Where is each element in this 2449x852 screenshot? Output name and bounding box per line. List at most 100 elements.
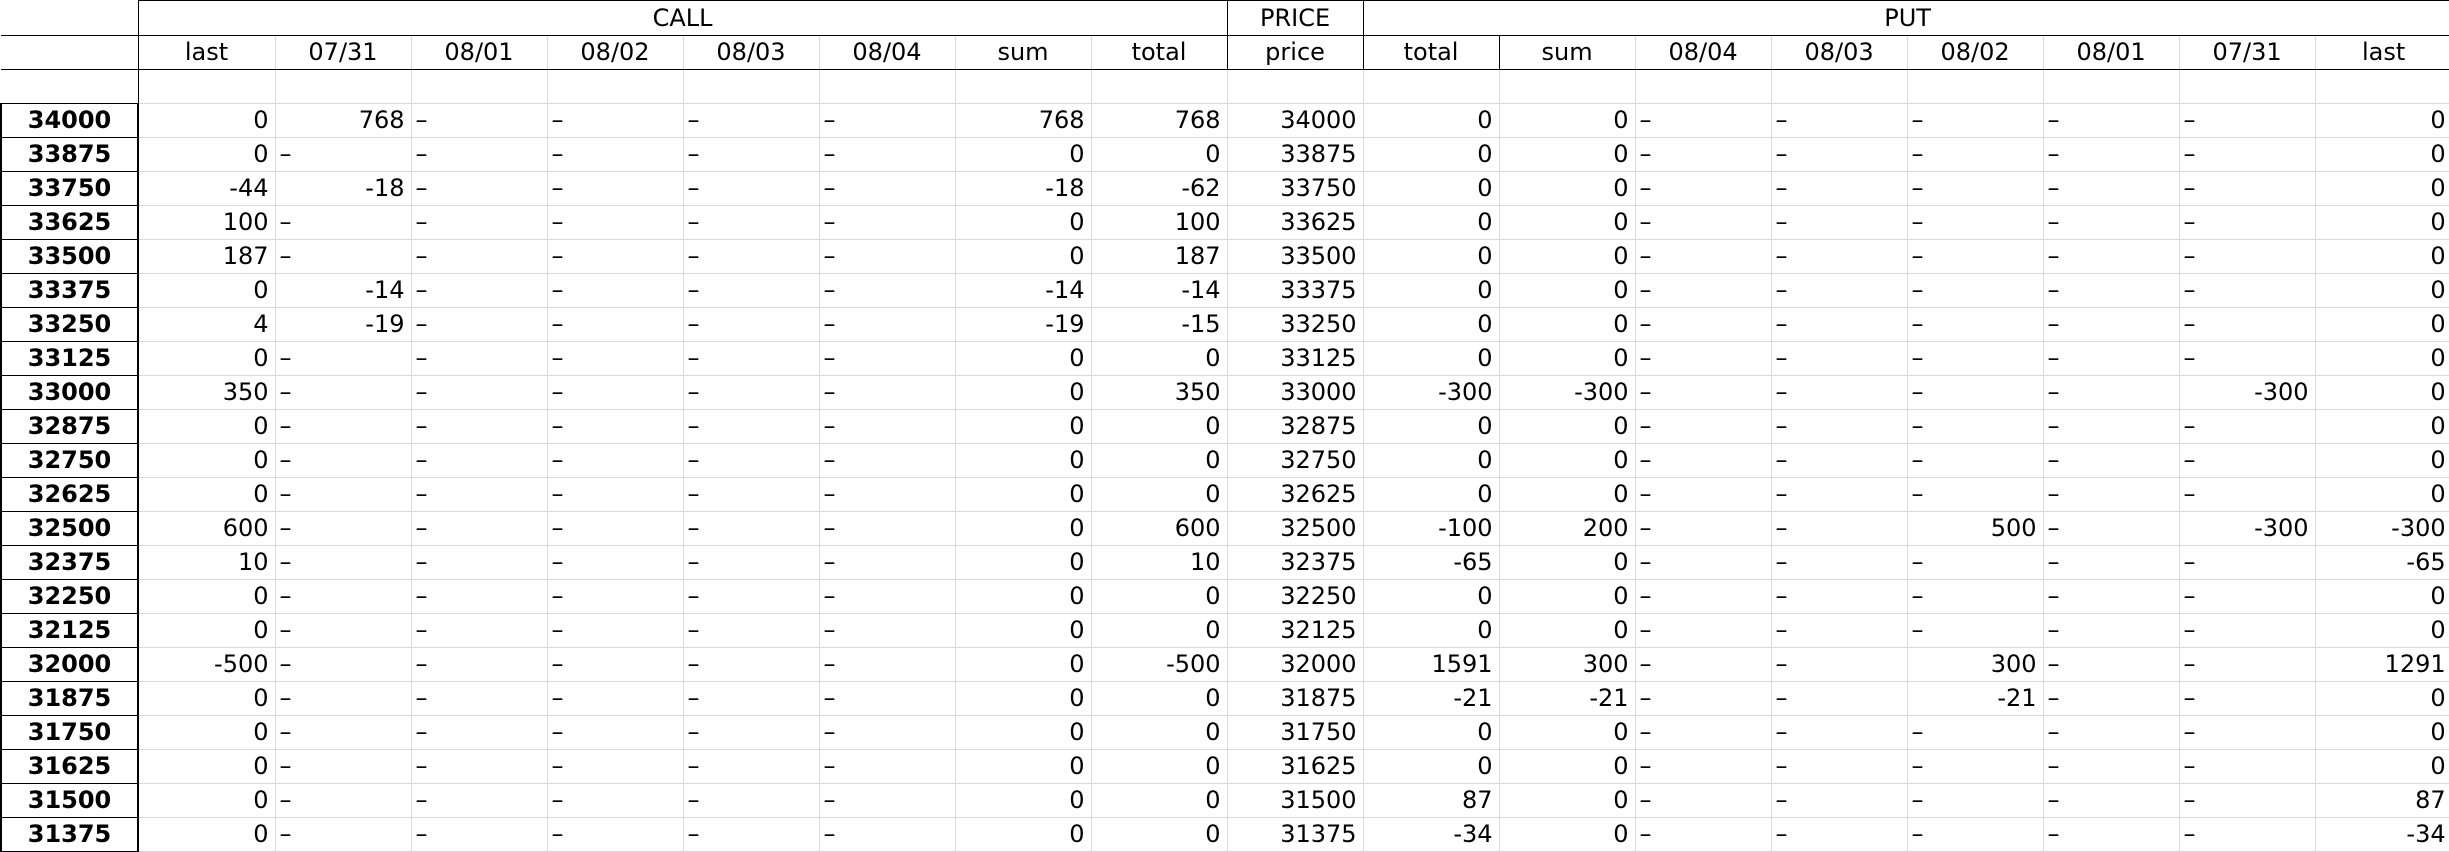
cell[interactable]: –	[546, 273, 684, 308]
row-label[interactable]: 32125	[0, 613, 139, 648]
blank-cell[interactable]	[137, 69, 276, 104]
cell[interactable]: -500	[1090, 647, 1228, 682]
cell[interactable]: 0	[1090, 477, 1228, 512]
cell[interactable]: 0	[1498, 783, 1636, 818]
cell[interactable]: –	[1770, 171, 1908, 206]
cell[interactable]: 31750	[1226, 715, 1364, 750]
cell[interactable]: –	[682, 409, 820, 444]
cell[interactable]: –	[1770, 579, 1908, 614]
cell[interactable]: –	[1906, 171, 2044, 206]
cell[interactable]: -65	[1362, 545, 1500, 580]
cell[interactable]: –	[818, 477, 956, 512]
cell[interactable]: 0	[1362, 477, 1500, 512]
cell[interactable]: –	[410, 511, 548, 546]
cell[interactable]: 0	[954, 205, 1092, 240]
cell[interactable]: –	[818, 647, 956, 682]
cell[interactable]: 0	[1090, 817, 1228, 852]
cell[interactable]: 300	[1906, 647, 2044, 682]
row-label[interactable]: 31500	[0, 783, 139, 818]
column-header-3[interactable]: 08/02	[546, 35, 684, 70]
cell[interactable]: 0	[1498, 817, 1636, 852]
cell[interactable]: 0	[2314, 477, 2449, 512]
column-header-5[interactable]: 08/04	[818, 35, 956, 70]
cell[interactable]: 0	[1498, 409, 1636, 444]
cell[interactable]: –	[1906, 715, 2044, 750]
blank-cell[interactable]	[1090, 69, 1228, 104]
cell[interactable]: –	[1906, 579, 2044, 614]
cell[interactable]: –	[274, 477, 412, 512]
cell[interactable]: –	[1634, 647, 1772, 682]
cell[interactable]: 0	[1498, 307, 1636, 342]
cell[interactable]: –	[2042, 171, 2180, 206]
cell[interactable]: 0	[2314, 375, 2449, 410]
cell[interactable]: –	[818, 375, 956, 410]
cell[interactable]: –	[818, 409, 956, 444]
row-label[interactable]: 33000	[0, 375, 139, 410]
cell[interactable]: 0	[2314, 307, 2449, 342]
row-label[interactable]: 32625	[0, 477, 139, 512]
put-group-header[interactable]: PUT	[1362, 0, 2449, 36]
cell[interactable]: 0	[137, 443, 276, 478]
cell[interactable]: –	[1906, 137, 2044, 172]
cell[interactable]: –	[1634, 715, 1772, 750]
cell[interactable]: –	[1634, 409, 1772, 444]
cell[interactable]: –	[410, 817, 548, 852]
cell[interactable]: –	[2178, 307, 2316, 342]
cell[interactable]: 0	[2314, 579, 2449, 614]
cell[interactable]: 500	[1906, 511, 2044, 546]
cell[interactable]: 33750	[1226, 171, 1364, 206]
cell[interactable]: 600	[1090, 511, 1228, 546]
cell[interactable]: 0	[1362, 171, 1500, 206]
cell[interactable]: 0	[1090, 341, 1228, 376]
cell[interactable]: –	[682, 103, 820, 138]
cell[interactable]: 0	[1362, 205, 1500, 240]
cell[interactable]: 0	[954, 375, 1092, 410]
cell[interactable]: –	[1906, 613, 2044, 648]
cell[interactable]: –	[818, 715, 956, 750]
cell[interactable]: –	[682, 817, 820, 852]
column-header-9[interactable]: total	[1362, 35, 1500, 70]
blank-cell[interactable]	[1906, 69, 2044, 104]
cell[interactable]: 0	[2314, 715, 2449, 750]
cell[interactable]: 0	[137, 477, 276, 512]
cell[interactable]: –	[2178, 205, 2316, 240]
cell[interactable]: –	[1634, 681, 1772, 716]
cell[interactable]: –	[1770, 749, 1908, 784]
cell[interactable]: 0	[1362, 273, 1500, 308]
cell[interactable]: –	[2178, 783, 2316, 818]
cell[interactable]: 0	[137, 817, 276, 852]
cell[interactable]: 0	[2314, 103, 2449, 138]
cell[interactable]: 0	[1090, 749, 1228, 784]
cell[interactable]: 0	[2314, 681, 2449, 716]
cell[interactable]: –	[2178, 171, 2316, 206]
cell[interactable]: –	[274, 715, 412, 750]
cell[interactable]: –	[1770, 137, 1908, 172]
cell[interactable]: 0	[1090, 715, 1228, 750]
cell[interactable]: –	[1634, 511, 1772, 546]
cell[interactable]: –	[2178, 477, 2316, 512]
cell[interactable]: –	[274, 681, 412, 716]
cell[interactable]: –	[682, 273, 820, 308]
cell[interactable]: 31500	[1226, 783, 1364, 818]
cell[interactable]: –	[274, 409, 412, 444]
cell[interactable]: 0	[1498, 477, 1636, 512]
cell[interactable]: –	[682, 681, 820, 716]
cell[interactable]: –	[546, 375, 684, 410]
cell[interactable]: –	[2178, 273, 2316, 308]
cell[interactable]: –	[2042, 307, 2180, 342]
cell[interactable]: –	[546, 511, 684, 546]
cell[interactable]: –	[274, 749, 412, 784]
cell[interactable]: –	[2042, 511, 2180, 546]
column-header-0[interactable]: last	[137, 35, 276, 70]
cell[interactable]: –	[1770, 341, 1908, 376]
cell[interactable]: 0	[954, 613, 1092, 648]
row-label[interactable]: 33500	[0, 239, 139, 274]
cell[interactable]: –	[2178, 715, 2316, 750]
cell[interactable]: 0	[1498, 273, 1636, 308]
cell[interactable]: –	[1906, 273, 2044, 308]
cell[interactable]: 0	[137, 681, 276, 716]
cell[interactable]: 0	[1362, 715, 1500, 750]
cell[interactable]: 0	[1362, 579, 1500, 614]
cell[interactable]: –	[1906, 477, 2044, 512]
cell[interactable]: –	[2042, 749, 2180, 784]
